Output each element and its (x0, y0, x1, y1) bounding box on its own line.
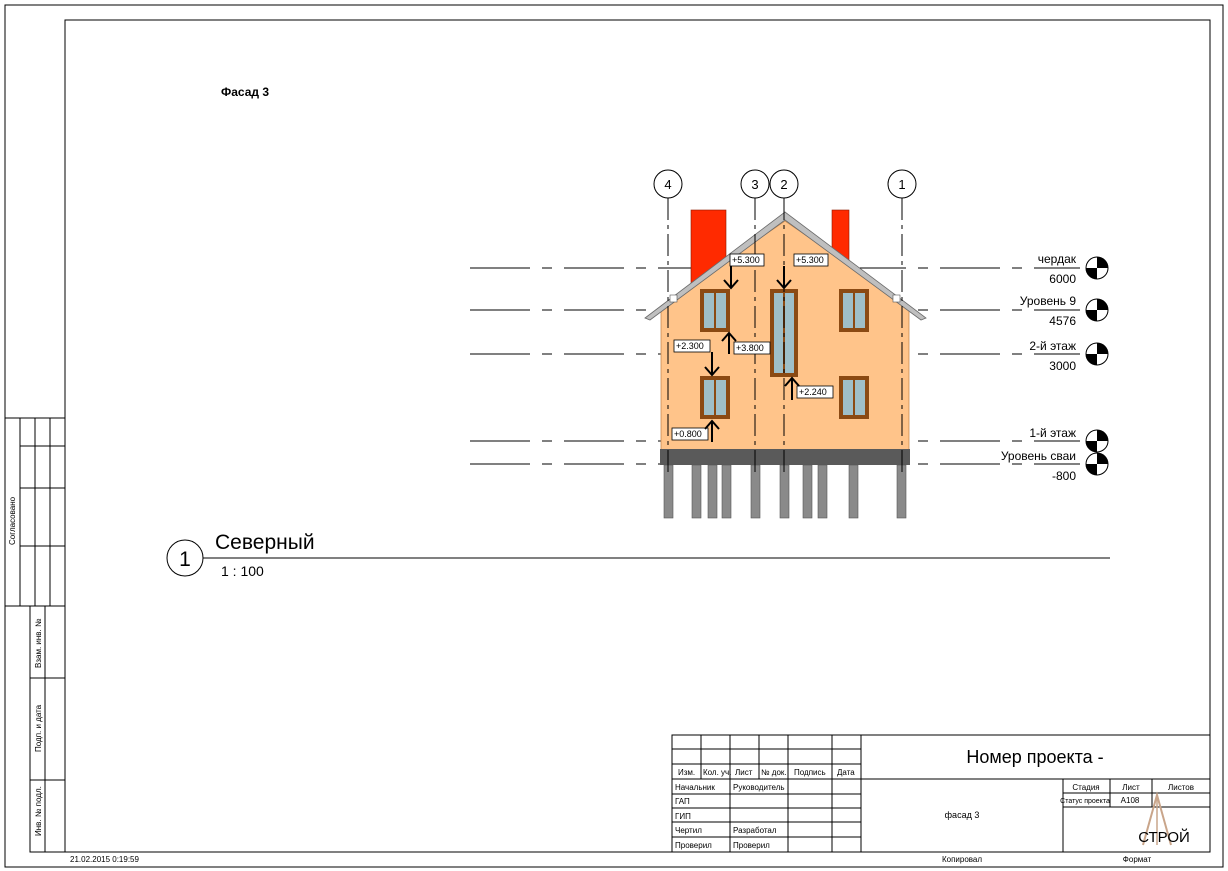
level-marker-floor1 (1085, 429, 1109, 453)
tb-sheet-header: Лист (1122, 783, 1140, 792)
stamp-agreed-label: Согласовано (8, 496, 17, 545)
level-markers (1085, 256, 1109, 476)
stamp-orig-inv: Инв. № подл. (34, 786, 43, 836)
logo-text: СТРОЙ (1138, 828, 1190, 846)
tb-header-doc: № док. (761, 768, 787, 777)
tb-copied: Копировал (942, 855, 982, 864)
elevation-scale: 1 : 100 (221, 563, 264, 579)
window-lower-left (700, 376, 730, 419)
level-value-floor2: 3000 (1049, 359, 1076, 373)
tb-header-kol: Кол. уч. (703, 768, 731, 777)
tb-role-drew: Чертил (675, 826, 702, 835)
level-value-pile: -800 (1052, 469, 1076, 483)
grid-axis-4: 4 (664, 177, 671, 192)
tb-sheet-name: фасад 3 (945, 810, 980, 820)
level-name-floor1: 1-й этаж (1029, 426, 1076, 440)
eave-vent-left (669, 294, 678, 303)
window-lower-right (839, 376, 869, 419)
tb-header-sign: Подпись (794, 768, 826, 777)
tb-role-head: Руководитель (733, 783, 785, 792)
tb-role-checked-2: Проверил (733, 841, 770, 850)
date-stamp: 21.02.2015 0:19:59 (70, 855, 140, 864)
view-title: Фасад 3 (221, 85, 269, 99)
elevation-label-name: Северный (215, 531, 315, 554)
level-value-9: 4576 (1049, 314, 1076, 328)
tb-role-checked: Проверил (675, 841, 712, 850)
tb-header-list: Лист (735, 768, 753, 777)
grid-axis-3: 3 (751, 177, 758, 192)
tb-status-label: Статус проекта (1060, 798, 1110, 805)
plinth (660, 449, 910, 465)
level-marker-floor2 (1085, 342, 1109, 366)
level-name-attic: чердак (1038, 252, 1077, 266)
stamp-sign-date: Подп. и дата (34, 704, 43, 752)
level-marker-pile (1085, 452, 1109, 476)
level-name-floor2: 2-й этаж (1029, 339, 1076, 353)
level-marker-attic (1085, 256, 1109, 280)
spot-mark-5: +2.240 (799, 387, 827, 397)
window-upper-left (700, 289, 730, 332)
spot-mark-6: +0.800 (674, 429, 702, 439)
spot-mark-2: +5.300 (796, 255, 824, 265)
level-name-9: Уровень 9 (1020, 294, 1077, 308)
elevation-label-number: 1 (179, 548, 191, 571)
tb-format: Формат (1123, 855, 1152, 864)
spot-mark-1: +5.300 (732, 255, 760, 265)
level-name-pile: Уровень сваи (1001, 449, 1076, 463)
tb-header-izm: Изм. (678, 768, 695, 777)
tb-stage-header: Стадия (1072, 783, 1099, 792)
eave-vent-right (892, 294, 901, 303)
tb-sheet-value: A108 (1121, 796, 1140, 805)
level-marker-9 (1085, 298, 1109, 322)
tb-role-gip: ГИП (675, 812, 691, 821)
tb-role-chief: Начальник (675, 783, 715, 792)
stroy-logo: СТРОЙ (1138, 791, 1190, 846)
tb-project-number: Номер проекта - (966, 747, 1103, 767)
tb-header-date: Дата (837, 768, 855, 777)
window-upper-right (839, 289, 869, 332)
drawing-sheet: Согласовано Взам. инв. № Подп. и дата Ин… (4, 4, 1224, 868)
tb-sheets-header: Листов (1168, 783, 1194, 792)
level-value-attic: 6000 (1049, 272, 1076, 286)
grid-axis-2: 2 (780, 177, 787, 192)
spot-mark-4: +3.800 (736, 343, 764, 353)
tb-role-developed: Разработал (733, 826, 777, 835)
spot-mark-3: +2.300 (676, 341, 704, 351)
stamp-replaced-inv: Взам. инв. № (34, 618, 43, 668)
grid-axis-1: 1 (898, 177, 905, 192)
piles (663, 464, 907, 519)
tb-role-gap: ГАП (675, 797, 690, 806)
